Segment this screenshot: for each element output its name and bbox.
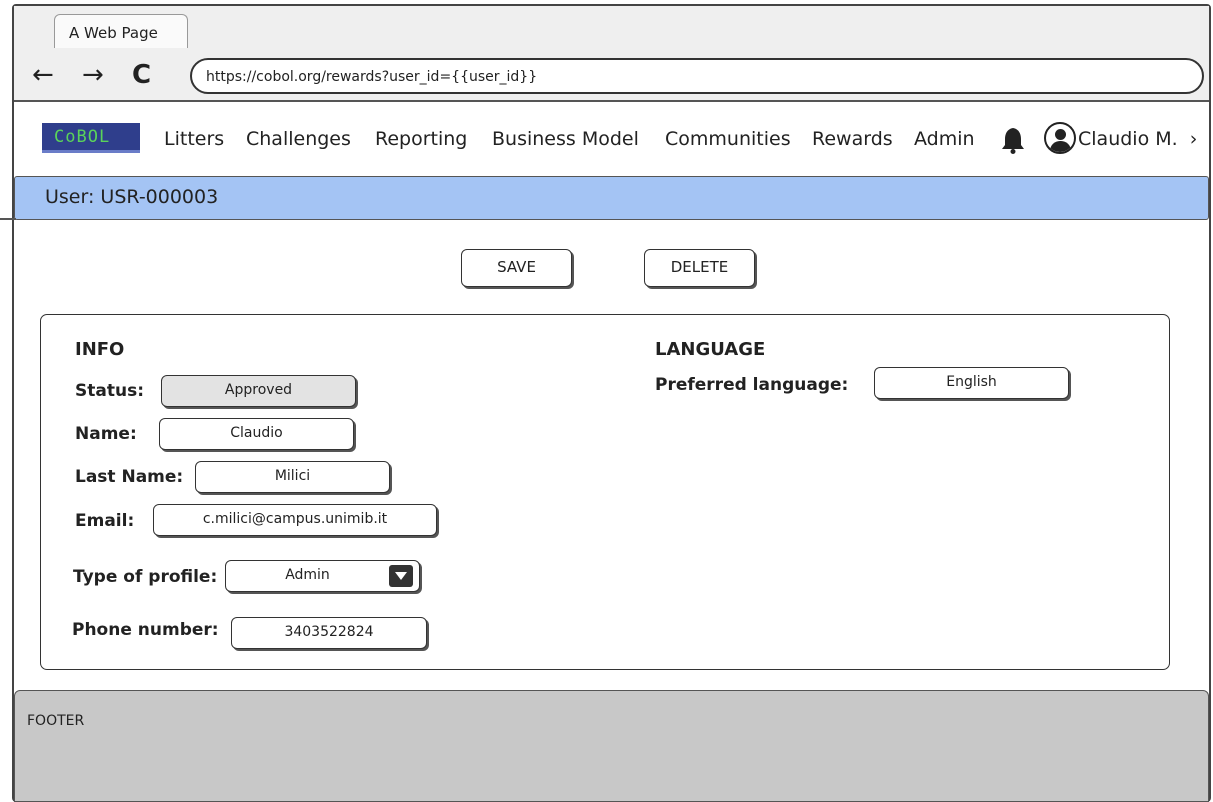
dropdown-arrow-icon[interactable]	[389, 565, 413, 587]
user-menu[interactable]: Claudio M. ›	[1078, 128, 1197, 150]
status-field: Approved	[161, 375, 356, 407]
name-input[interactable]: Claudio	[159, 418, 354, 450]
forward-arrow-icon[interactable]: →	[82, 60, 104, 90]
email-input[interactable]: c.milici@campus.unimib.it	[153, 504, 437, 536]
reload-icon[interactable]: C	[132, 60, 151, 90]
tab-title: A Web Page	[69, 24, 158, 42]
user-header-bar: User: USR-000003	[14, 176, 1209, 220]
last-name-value: Milici	[274, 468, 311, 484]
save-button[interactable]: SAVE	[461, 249, 572, 287]
phone-label: Phone number:	[72, 620, 219, 640]
chevron-right-icon: ›	[1189, 128, 1198, 150]
delete-button-label: DELETE	[670, 258, 729, 276]
nav-item-communities[interactable]: Communities	[665, 128, 791, 150]
nav-item-admin[interactable]: Admin	[914, 128, 975, 150]
name-label: Name:	[75, 424, 137, 444]
phone-value: 3403522824	[284, 624, 374, 640]
nav-item-reporting[interactable]: Reporting	[375, 128, 467, 150]
name-value: Claudio	[230, 425, 283, 441]
save-button-label: SAVE	[497, 258, 536, 276]
preferred-language-value: English	[946, 374, 997, 390]
email-label: Email:	[75, 511, 135, 531]
nav-item-challenges[interactable]: Challenges	[246, 128, 351, 150]
language-section-title: LANGUAGE	[655, 339, 766, 360]
profile-type-value: Admin	[285, 567, 330, 583]
app-navbar: CoBOL Litters Challenges Reporting Busin…	[14, 104, 1209, 174]
delete-button[interactable]: DELETE	[644, 249, 755, 287]
url-bar[interactable]: https://cobol.org/rewards?user_id={{user…	[190, 58, 1204, 94]
nav-item-litters[interactable]: Litters	[164, 128, 224, 150]
footer-text: FOOTER	[27, 713, 85, 729]
user-name: Claudio M.	[1078, 128, 1178, 150]
browser-chrome: A Web Page ← → C https://cobol.org/rewar…	[14, 6, 1209, 102]
status-value: Approved	[224, 382, 293, 398]
email-value: c.milici@campus.unimib.it	[202, 511, 388, 527]
footer: FOOTER	[14, 690, 1209, 802]
preferred-language-label: Preferred language:	[655, 375, 849, 395]
profile-type-select[interactable]: Admin	[225, 560, 420, 592]
preferred-language-input[interactable]: English	[874, 367, 1069, 399]
cobol-logo[interactable]: CoBOL	[42, 123, 140, 153]
nav-item-business-model[interactable]: Business Model	[492, 128, 639, 150]
browser-tab[interactable]: A Web Page	[54, 14, 188, 48]
bell-icon[interactable]	[1000, 124, 1026, 154]
logo-text: CoBOL	[54, 127, 111, 147]
back-arrow-icon[interactable]: ←	[32, 60, 54, 90]
nav-item-rewards[interactable]: Rewards	[812, 128, 893, 150]
user-avatar-icon[interactable]	[1044, 122, 1076, 154]
page-title: User: USR-000003	[45, 186, 219, 208]
profile-type-label: Type of profile:	[73, 567, 218, 587]
last-name-label: Last Name:	[75, 467, 184, 487]
url-text: https://cobol.org/rewards?user_id={{user…	[206, 69, 538, 85]
info-section-title: INFO	[75, 339, 125, 360]
status-label: Status:	[75, 381, 144, 401]
phone-input[interactable]: 3403522824	[231, 617, 427, 649]
divider	[0, 218, 16, 220]
last-name-input[interactable]: Milici	[195, 461, 390, 493]
